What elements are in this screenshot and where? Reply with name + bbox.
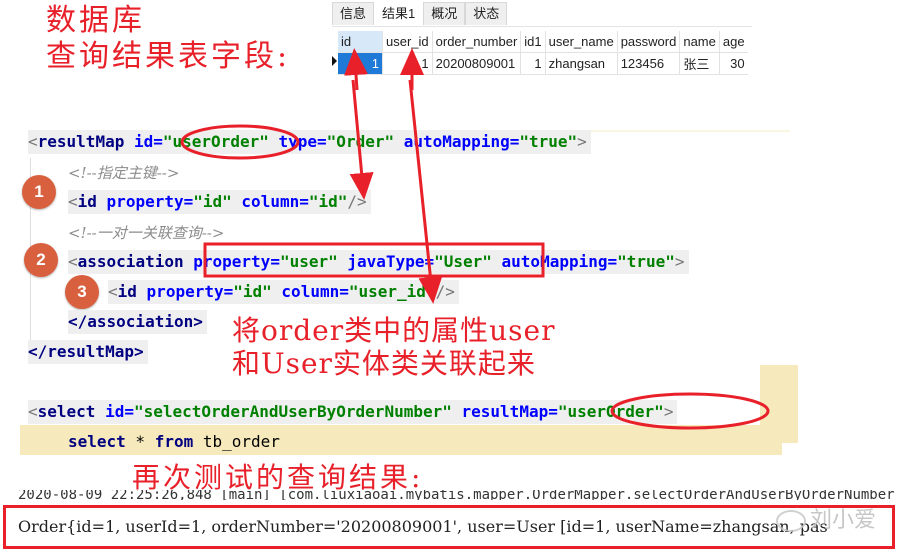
arrow-id-down: [349, 79, 374, 200]
highlight-ellipse-userorder: [180, 124, 300, 160]
highlight-box-property-javatype: [203, 242, 545, 278]
arrow-userid-down: [408, 79, 443, 304]
annotation-overlay: [180, 48, 770, 430]
arrow-id-up: [344, 48, 368, 91]
highlight-ellipse-resultmap-ref: [610, 392, 770, 430]
